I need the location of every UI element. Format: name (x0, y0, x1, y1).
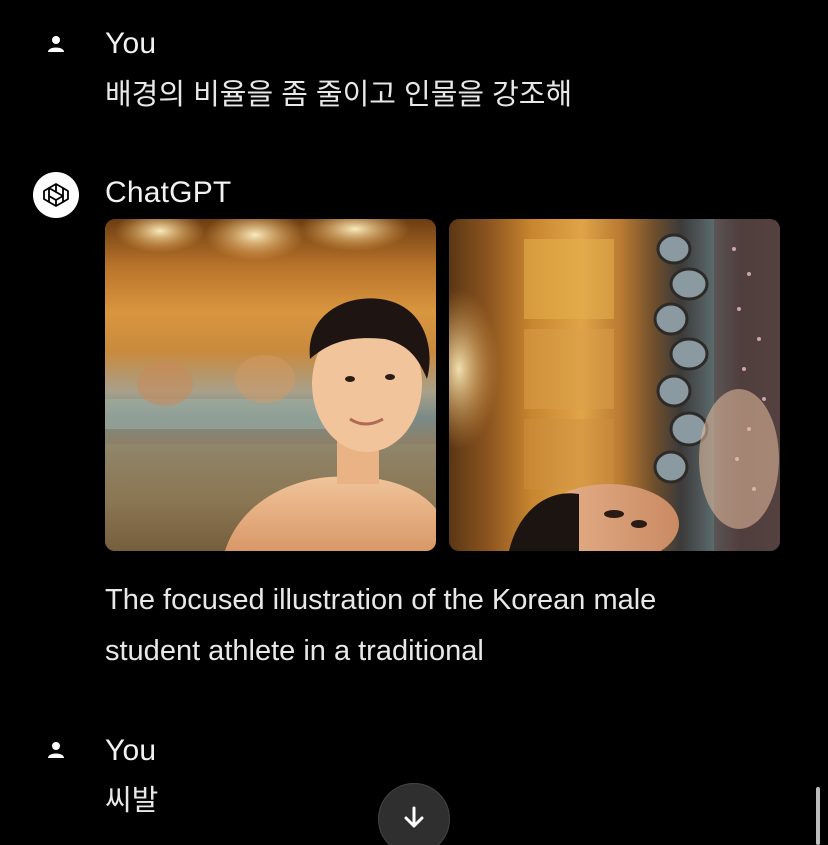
message-text[interactable]: 씨발 (105, 776, 158, 827)
message-line: The focused illustration of the Korean m… (105, 584, 657, 616)
assistant-message: ChatGPT The focused illustration of the … (0, 0, 828, 700)
generated-image-1[interactable] (105, 219, 436, 551)
sender-name: ChatGPT (105, 176, 232, 209)
arrow-down-icon (400, 803, 428, 836)
chat-thread: You 배경의 비율을 좀 줄이고 인물을 강조해 ChatGPT The fo… (0, 0, 828, 845)
sender-name: You (105, 734, 157, 767)
scrollbar[interactable] (816, 787, 820, 845)
message-text[interactable]: The focused illustration of the Korean m… (105, 575, 656, 677)
scroll-down-button[interactable] (378, 783, 450, 845)
person-icon (44, 738, 68, 762)
generated-image-2[interactable] (449, 219, 780, 551)
openai-logo-icon (33, 172, 79, 218)
message-line: student athlete in a traditional (105, 635, 484, 667)
generated-images (105, 219, 780, 551)
